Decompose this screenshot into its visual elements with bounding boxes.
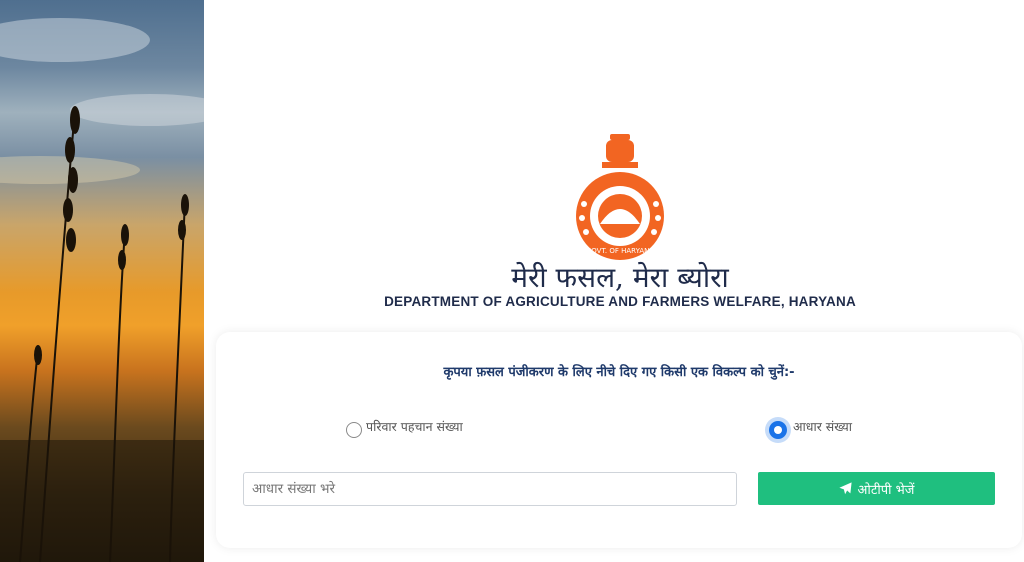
radio-aadhaar[interactable] [769,421,787,439]
haryana-emblem: GOVT. OF HARYANA [570,134,670,262]
send-otp-button[interactable]: ओटीपी भेजें [758,472,995,505]
send-otp-label: ओटीपी भेजें [857,482,915,498]
svg-text:GOVT. OF HARYANA: GOVT. OF HARYANA [586,247,654,255]
radio-label-aadhaar: आधार संख्या [793,419,853,434]
aadhaar-number-input[interactable] [243,472,737,506]
wheat-stalks-illustration [0,18,204,562]
department-name: DEPARTMENT OF AGRICULTURE AND FARMERS WE… [384,294,856,309]
registration-card: कृपया फ़सल पंजीकरण के लिए नीचे दिए गए कि… [216,332,1022,548]
portal-title: मेरी फसल, मेरा ब्योरा [511,261,729,294]
radio-option-family-id[interactable]: परिवार पहचान संख्या [346,418,463,438]
wheat-field-photo [0,0,204,562]
radio-family-id[interactable] [346,422,362,438]
instruction-text: कृपया फ़सल पंजीकरण के लिए नीचे दिए गए कि… [443,365,795,380]
paper-plane-icon [838,482,852,495]
radio-label-family-id: परिवार पहचान संख्या [366,419,463,434]
login-page: GOVT. OF HARYANA मेरी फसल, मेरा ब्योरा D… [0,0,1024,562]
radio-option-aadhaar[interactable]: आधार संख्या [769,418,852,439]
